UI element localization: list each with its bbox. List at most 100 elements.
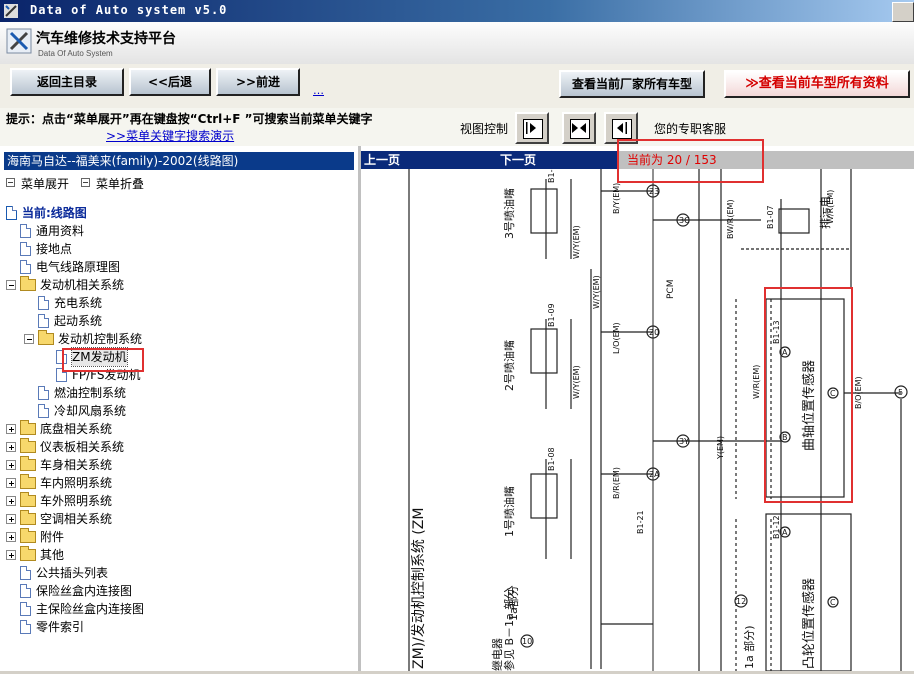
document-icon xyxy=(38,386,49,400)
tree-item-label: 主保险丝盒内连接图 xyxy=(36,602,145,616)
tree-item-1[interactable]: 通用资料 xyxy=(0,222,358,240)
current-car-title: 海南马自达--福美来(family)-2002(线路图) xyxy=(4,152,354,170)
label-part-1a-right: 1a 部分) xyxy=(742,625,756,669)
menu-panel: 海南马自达--福美来(family)-2002(线路图) 菜单展开 菜单折叠 当… xyxy=(0,146,361,671)
view-maker-models-button[interactable]: 查看当前厂家所有车型 xyxy=(559,70,705,98)
folder-icon xyxy=(20,420,36,435)
tree-item-7[interactable]: 发动机控制系统 xyxy=(0,330,358,348)
document-icon xyxy=(20,620,31,634)
pin-a-cam: A xyxy=(782,528,788,537)
tree-item-16[interactable]: 车外照明系统 xyxy=(0,492,358,510)
view-model-all-docs-button[interactable]: ≫查看当前车型所有资料 xyxy=(724,70,910,98)
menu-expand-button[interactable]: 菜单展开 xyxy=(6,175,69,192)
tree-item-0[interactable]: 当前:线路图 xyxy=(0,204,358,222)
toolbar-link[interactable]: … xyxy=(313,84,324,97)
expand-plus-icon[interactable] xyxy=(6,442,16,452)
label-b1-08: B1-08 xyxy=(547,447,556,471)
app-icon xyxy=(4,4,18,18)
search-demo-link[interactable]: >>菜单关键字搜索演示 xyxy=(106,127,234,144)
pin-10: 10 xyxy=(522,637,532,646)
window-minimize-button[interactable] xyxy=(892,2,914,22)
expand-plus-icon[interactable] xyxy=(6,514,16,524)
wire-wr-em-2: W/R(EM) xyxy=(752,365,761,399)
tree-item-12[interactable]: 底盘相关系统 xyxy=(0,420,358,438)
label-engine-control-system: ZM)/发动机控制系统 (ZM xyxy=(411,508,427,669)
arrow-left-icon xyxy=(617,122,627,134)
tree-item-label: 冷却风扇系统 xyxy=(54,404,127,418)
label-injector-3: 3号喷油嘴 xyxy=(502,188,516,239)
arrow-right-icon xyxy=(526,122,536,134)
wire-bo-em: B/O(EM) xyxy=(854,376,863,409)
tree-item-label: 发动机控制系统 xyxy=(58,332,143,346)
document-icon xyxy=(20,260,31,274)
crank-sensor-highlight xyxy=(764,287,853,503)
tree-item-23[interactable]: 零件索引 xyxy=(0,618,358,636)
tree-item-10[interactable]: 燃油控制系统 xyxy=(0,384,358,402)
window-title-bar: Data of Auto system v5.0 xyxy=(0,0,914,22)
menu-collapse-button[interactable]: 菜单折叠 xyxy=(81,175,144,192)
split-arrows-icon xyxy=(572,123,586,133)
tree-item-18[interactable]: 附件 xyxy=(0,528,358,546)
expand-plus-icon[interactable] xyxy=(6,478,16,488)
label-see-b1a: 参见 B－1a 部分 xyxy=(502,588,516,671)
view-expand-right-button[interactable] xyxy=(515,112,549,144)
tree-item-5[interactable]: 充电系统 xyxy=(0,294,358,312)
tree-item-8[interactable]: ZM发动机 xyxy=(0,347,358,367)
tree-item-2[interactable]: 接地点 xyxy=(0,240,358,258)
tree-item-label: 车外照明系统 xyxy=(40,494,113,508)
collapse-minus-icon[interactable] xyxy=(24,334,34,344)
expand-plus-icon[interactable] xyxy=(6,460,16,470)
tree-item-9[interactable]: FP/FS发动机 xyxy=(0,366,358,384)
tree-item-label: 起动系统 xyxy=(54,314,103,328)
label-injector-2: 2号喷油嘴 xyxy=(502,340,516,391)
wire-lo-em: L/O(EM) xyxy=(612,322,621,354)
expand-icon xyxy=(6,178,15,187)
label-pcm: PCM xyxy=(666,280,676,299)
collapse-icon xyxy=(81,178,90,187)
label-b1-07: B1-07 xyxy=(766,205,775,229)
menu-expand-label: 菜单展开 xyxy=(21,177,70,191)
view-split-button[interactable] xyxy=(562,112,596,144)
tree-item-4[interactable]: 发动机相关系统 xyxy=(0,276,358,294)
tree-item-14[interactable]: 车身相关系统 xyxy=(0,456,358,474)
tree-item-22[interactable]: 主保险丝盒内连接图 xyxy=(0,600,358,618)
tree-item-label: 底盘相关系统 xyxy=(40,422,113,436)
tree-item-label: 发动机相关系统 xyxy=(40,278,125,292)
wire-wr-em-1: W/R(EM) xyxy=(826,190,835,224)
tools-logo-icon xyxy=(6,28,32,54)
tree-item-6[interactable]: 起动系统 xyxy=(0,312,358,330)
tree-item-label: 保险丝盒内连接图 xyxy=(36,584,133,598)
expand-plus-icon[interactable] xyxy=(6,550,16,560)
forward-button[interactable]: >>前进 xyxy=(216,68,300,96)
prev-page-link[interactable]: 上一页 xyxy=(364,151,400,169)
tree-item-3[interactable]: 电气线路原理图 xyxy=(0,258,358,276)
root-page-icon xyxy=(6,206,17,220)
tree-item-label: 燃油控制系统 xyxy=(54,386,127,400)
back-button[interactable]: <<后退 xyxy=(129,68,211,96)
pin-c-cam: C xyxy=(830,598,836,607)
page-indicator-highlight xyxy=(617,139,764,183)
tree-item-19[interactable]: 其他 xyxy=(0,546,358,564)
document-icon xyxy=(20,602,31,616)
pin-20: 20 xyxy=(649,328,659,337)
tree-item-20[interactable]: 公共插头列表 xyxy=(0,564,358,582)
tree-item-11[interactable]: 冷却风扇系统 xyxy=(0,402,358,420)
window-title: Data of Auto system v5.0 xyxy=(30,3,228,17)
next-page-link[interactable]: 下一页 xyxy=(500,151,536,169)
expand-plus-icon[interactable] xyxy=(6,532,16,542)
document-icon xyxy=(20,224,31,238)
back-home-button[interactable]: 返回主目录 xyxy=(10,68,124,96)
folder-icon xyxy=(20,474,36,489)
expand-plus-icon[interactable] xyxy=(6,496,16,506)
tree-item-13[interactable]: 仪表板相关系统 xyxy=(0,438,358,456)
collapse-minus-icon[interactable] xyxy=(6,280,16,290)
tree-item-21[interactable]: 保险丝盒内连接图 xyxy=(0,582,358,600)
expand-plus-icon[interactable] xyxy=(6,424,16,434)
wire-wy-em-2: W/Y(EM) xyxy=(592,275,601,309)
document-icon xyxy=(38,296,49,310)
tree-item-17[interactable]: 空调相关系统 xyxy=(0,510,358,528)
tree-item-15[interactable]: 车内照明系统 xyxy=(0,474,358,492)
pin-12: 12 xyxy=(736,597,746,606)
service-text: 您的专职客服 xyxy=(654,122,727,136)
label-b1: B1- xyxy=(547,169,556,183)
